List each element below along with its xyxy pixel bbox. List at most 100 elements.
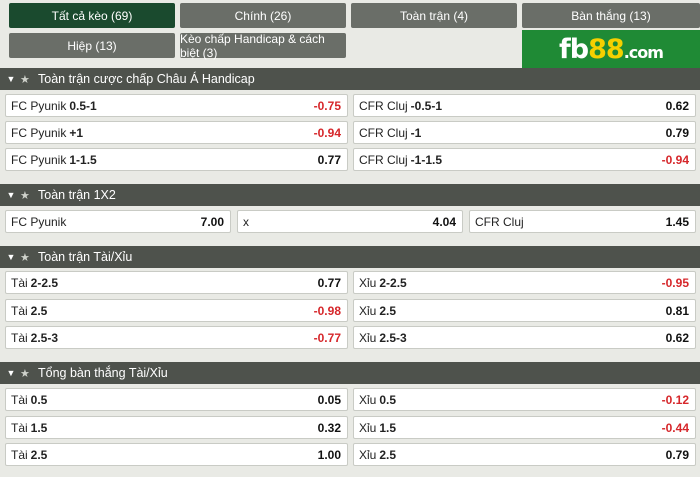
selection-name: CFR Cluj bbox=[359, 152, 408, 167]
selection-name: Xỉu bbox=[359, 330, 377, 345]
selection-label: FC Pyunik 1-1.5 bbox=[11, 153, 97, 167]
selection-name: CFR Cluj bbox=[359, 125, 408, 140]
odds-cell[interactable]: Xỉu 2.5 0.81 bbox=[353, 299, 696, 322]
tab-main[interactable]: Chính (26) bbox=[180, 3, 346, 28]
odds-cell[interactable]: Tài 2.5 1.00 bbox=[5, 443, 348, 466]
selection-label: Xỉu 1.5 bbox=[359, 421, 396, 435]
odds-cell[interactable]: CFR Cluj -1 0.79 bbox=[353, 121, 696, 144]
selection-label: Tài 1.5 bbox=[11, 421, 47, 435]
selection-name: Tài bbox=[11, 330, 28, 345]
selection-name: Xỉu bbox=[359, 303, 377, 318]
selection-label: Xỉu 2.5 bbox=[359, 304, 396, 318]
section-title: Tổng bàn thắng Tài/Xỉu bbox=[38, 366, 168, 380]
selection-name: CFR Cluj bbox=[475, 214, 524, 229]
selection-label: Xỉu 2-2.5 bbox=[359, 276, 407, 290]
selection-name: Tài bbox=[11, 420, 28, 435]
odds-cell[interactable]: Tài 2.5 -0.98 bbox=[5, 299, 348, 322]
odds-cell[interactable]: x 4.04 bbox=[237, 210, 463, 233]
selection-label: Tài 0.5 bbox=[11, 393, 47, 407]
handicap-line: 0.5-1 bbox=[69, 98, 97, 113]
star-icon[interactable]: ★ bbox=[20, 251, 34, 264]
selection-name: x bbox=[243, 214, 249, 229]
odds-cell[interactable]: CFR Cluj 1.45 bbox=[469, 210, 696, 233]
odds-cell[interactable]: FC Pyunik 7.00 bbox=[5, 210, 231, 233]
odds-cell[interactable]: Tài 0.5 0.05 bbox=[5, 388, 348, 411]
odds-value: 0.62 bbox=[665, 330, 689, 345]
selection-label: CFR Cluj -1-1.5 bbox=[359, 153, 442, 167]
star-icon[interactable]: ★ bbox=[20, 73, 34, 86]
odds-value: 7.00 bbox=[200, 214, 224, 229]
odds-cell[interactable]: Tài 2-2.5 0.77 bbox=[5, 271, 348, 294]
odds-value: 1.45 bbox=[665, 214, 689, 229]
odds-value: -0.98 bbox=[313, 303, 341, 318]
section-header[interactable]: ▼ ★ Tổng bàn thắng Tài/Xỉu bbox=[0, 362, 700, 384]
selection-label: CFR Cluj bbox=[475, 215, 524, 229]
brand-logo: fb88.com bbox=[522, 30, 700, 68]
caret-down-icon[interactable]: ▼ bbox=[2, 252, 20, 262]
odds-value: 0.79 bbox=[665, 125, 689, 140]
selection-name: Tài bbox=[11, 447, 28, 462]
star-icon[interactable]: ★ bbox=[20, 189, 34, 202]
tab-full-match[interactable]: Toàn trận (4) bbox=[351, 3, 517, 28]
handicap-line: 2.5 bbox=[30, 303, 48, 318]
odds-cell[interactable]: Xỉu 2.5 0.79 bbox=[353, 443, 696, 466]
section-header[interactable]: ▼ ★ Toàn trận cược chấp Châu Á Handicap bbox=[0, 68, 700, 90]
selection-label: FC Pyunik +1 bbox=[11, 126, 83, 140]
selection-label: CFR Cluj -1 bbox=[359, 126, 421, 140]
tab-half[interactable]: Hiệp (13) bbox=[9, 33, 175, 58]
tab-all-odds[interactable]: Tất cả kèo (69) bbox=[9, 3, 175, 28]
odds-cell[interactable]: Xỉu 2.5-3 0.62 bbox=[353, 326, 696, 349]
section-title: Toàn trận Tài/Xỉu bbox=[38, 250, 133, 264]
handicap-line: 1.5 bbox=[379, 420, 397, 435]
selection-label: Xỉu 0.5 bbox=[359, 393, 396, 407]
caret-down-icon[interactable]: ▼ bbox=[2, 74, 20, 84]
caret-down-icon[interactable]: ▼ bbox=[2, 190, 20, 200]
odds-value: 0.81 bbox=[665, 303, 689, 318]
section-title: Toàn trận 1X2 bbox=[38, 188, 116, 202]
selection-label: Tài 2.5 bbox=[11, 448, 47, 462]
section-header[interactable]: ▼ ★ Toàn trận Tài/Xỉu bbox=[0, 246, 700, 268]
handicap-line: 0.5 bbox=[30, 392, 48, 407]
tab-handicap-margin[interactable]: Kèo chấp Handicap & cách biệt (3) bbox=[180, 32, 346, 60]
odds-value: -0.77 bbox=[313, 330, 341, 345]
odds-cell[interactable]: Xỉu 2-2.5 -0.95 bbox=[353, 271, 696, 294]
selection-name: CFR Cluj bbox=[359, 98, 408, 113]
odds-value: -0.95 bbox=[661, 275, 689, 290]
handicap-line: 2.5 bbox=[379, 303, 397, 318]
odds-cell[interactable]: CFR Cluj -1-1.5 -0.94 bbox=[353, 148, 696, 171]
selection-name: FC Pyunik bbox=[11, 98, 67, 113]
odds-value: -0.44 bbox=[661, 420, 689, 435]
selection-name: FC Pyunik bbox=[11, 125, 67, 140]
handicap-line: -0.5-1 bbox=[410, 98, 443, 113]
caret-down-icon[interactable]: ▼ bbox=[2, 368, 20, 378]
handicap-line: 0.5 bbox=[379, 392, 397, 407]
selection-name: Tài bbox=[11, 392, 28, 407]
selection-name: Xỉu bbox=[359, 447, 377, 462]
selection-label: Tài 2.5 bbox=[11, 304, 47, 318]
handicap-line: 2-2.5 bbox=[379, 275, 407, 290]
handicap-line: -1 bbox=[410, 125, 422, 140]
selection-name: Xỉu bbox=[359, 420, 377, 435]
selection-label: CFR Cluj -0.5-1 bbox=[359, 99, 442, 113]
odds-cell[interactable]: Xỉu 1.5 -0.44 bbox=[353, 416, 696, 439]
selection-name: FC Pyunik bbox=[11, 214, 67, 229]
odds-cell[interactable]: FC Pyunik 0.5-1 -0.75 bbox=[5, 94, 348, 117]
odds-cell[interactable]: Xỉu 0.5 -0.12 bbox=[353, 388, 696, 411]
odds-cell[interactable]: Tài 2.5-3 -0.77 bbox=[5, 326, 348, 349]
section-header[interactable]: ▼ ★ Toàn trận 1X2 bbox=[0, 184, 700, 206]
handicap-line: 2.5 bbox=[30, 447, 48, 462]
handicap-line: 2-2.5 bbox=[30, 275, 59, 290]
handicap-line: -1-1.5 bbox=[410, 152, 443, 167]
odds-cell[interactable]: CFR Cluj -0.5-1 0.62 bbox=[353, 94, 696, 117]
selection-name: Tài bbox=[11, 303, 28, 318]
odds-value: -0.94 bbox=[313, 125, 341, 140]
odds-cell[interactable]: Tài 1.5 0.32 bbox=[5, 416, 348, 439]
handicap-line: 2.5-3 bbox=[30, 330, 59, 345]
star-icon[interactable]: ★ bbox=[20, 367, 34, 380]
selection-label: Tài 2.5-3 bbox=[11, 331, 58, 345]
odds-cell[interactable]: FC Pyunik 1-1.5 0.77 bbox=[5, 148, 348, 171]
odds-value: 1.00 bbox=[317, 447, 341, 462]
odds-value: -0.94 bbox=[661, 152, 689, 167]
odds-cell[interactable]: FC Pyunik +1 -0.94 bbox=[5, 121, 348, 144]
tab-goals[interactable]: Bàn thắng (13) bbox=[522, 3, 700, 28]
